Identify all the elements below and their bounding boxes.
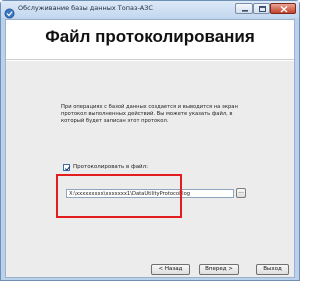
wizard-window: Обслуживание базы данных Топаз-АЗС Файл … — [0, 0, 300, 281]
close-icon — [280, 5, 288, 13]
wizard-client-area: Файл протоколирования При операциях с ба… — [5, 19, 295, 278]
log-to-file-checkbox[interactable] — [63, 164, 71, 172]
maximize-button[interactable] — [253, 3, 270, 14]
checkmark-icon — [64, 166, 71, 172]
maximize-icon — [259, 6, 266, 12]
minimize-icon — [242, 10, 248, 12]
browse-icon: ... — [238, 188, 244, 195]
title-bar: Обслуживание базы данных Топаз-АЗС — [1, 1, 299, 19]
description-text: При операциях с базой данных создается и… — [61, 104, 238, 124]
browse-button[interactable]: ... — [236, 188, 246, 198]
page-title: Файл протоколирования — [45, 27, 255, 46]
log-to-file-label: Протоколировать в файл: — [73, 164, 149, 170]
window-title: Обслуживание базы данных Топаз-АЗС — [18, 4, 153, 12]
wizard-footer: < Назад Вперед > Выход — [6, 259, 294, 277]
minimize-button[interactable] — [235, 3, 253, 14]
exit-button[interactable]: Выход — [256, 264, 289, 275]
highlight-box — [56, 174, 182, 218]
back-button[interactable]: < Назад — [151, 264, 190, 275]
next-button[interactable]: Вперед > — [199, 264, 239, 275]
close-button[interactable] — [270, 3, 296, 14]
wizard-body: При операциях с базой данных создается и… — [6, 61, 294, 259]
app-icon — [4, 4, 15, 19]
wizard-header: Файл протоколирования — [6, 20, 294, 60]
